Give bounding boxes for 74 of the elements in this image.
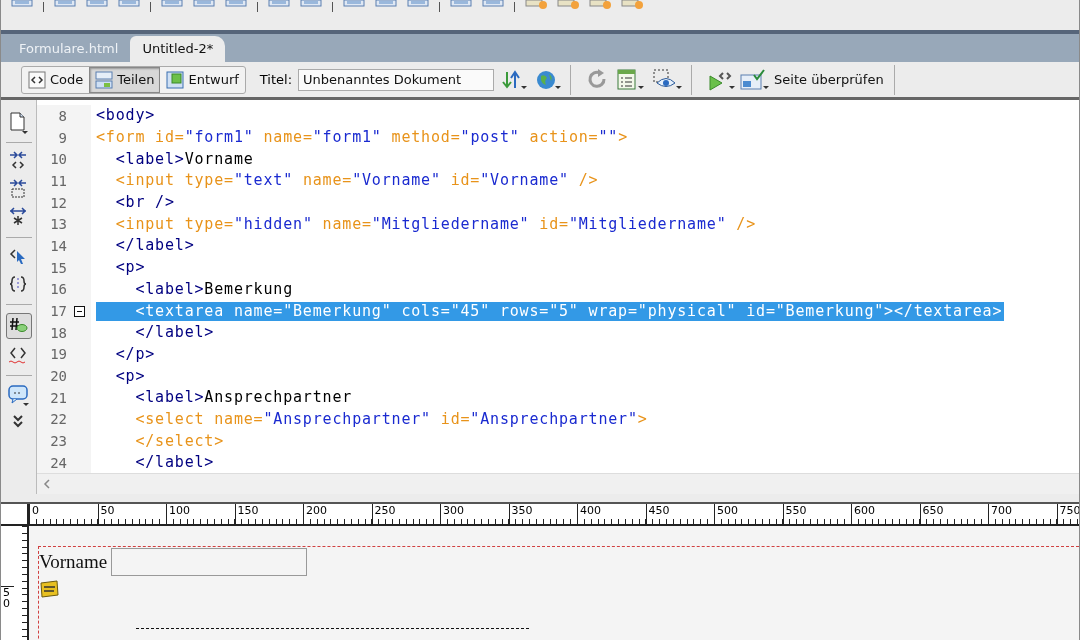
line-number: 10 bbox=[49, 151, 67, 168]
code-line: <p> bbox=[114, 258, 147, 278]
new-document-icon[interactable] bbox=[7, 112, 30, 134]
line-number: 12 bbox=[49, 194, 67, 211]
server-behavior-icon[interactable] bbox=[589, 0, 611, 10]
check-page-icon bbox=[740, 68, 771, 91]
comment-bubble-icon[interactable] bbox=[7, 384, 30, 406]
insert-object-icon[interactable] bbox=[11, 0, 33, 10]
title-label: Titel: bbox=[259, 72, 293, 87]
view-button[interactable]: Entwurf bbox=[160, 66, 245, 93]
code-line: </label> bbox=[134, 453, 216, 473]
insert-object-icon[interactable] bbox=[300, 0, 322, 10]
line-number: 13 bbox=[49, 216, 67, 233]
insert-object-icon[interactable] bbox=[86, 0, 108, 10]
insert-object-icon[interactable] bbox=[193, 0, 215, 10]
code-line: <input type="text" name="Vorname" id="Vorname" /> bbox=[114, 171, 600, 191]
line-number: 20 bbox=[49, 368, 67, 385]
code-line: <label>Ansprechpartner bbox=[134, 388, 354, 408]
field-label: Vorname bbox=[39, 551, 108, 573]
insert-object-icon[interactable] bbox=[268, 0, 290, 10]
line-number: 8 bbox=[57, 107, 67, 124]
view-button[interactable]: Code bbox=[22, 66, 90, 93]
code-line: <body> bbox=[96, 106, 157, 126]
visual-aids-eye-icon[interactable] bbox=[653, 68, 684, 91]
hidden-field-icon[interactable] bbox=[39, 580, 59, 598]
code-line: </p> bbox=[114, 344, 157, 364]
globe-icon[interactable] bbox=[536, 68, 563, 91]
code-line: <p> bbox=[114, 366, 147, 386]
line-number: 21 bbox=[49, 389, 67, 406]
insert-object-icon[interactable] bbox=[118, 0, 140, 10]
design-view-icon bbox=[166, 70, 185, 89]
check-page-button[interactable]: Seite überprüfen bbox=[738, 66, 886, 93]
line-number: 11 bbox=[49, 172, 67, 189]
list-icon[interactable] bbox=[617, 68, 646, 91]
line-number: 23 bbox=[49, 433, 67, 450]
code-line: <br /> bbox=[114, 193, 176, 213]
line-number: 17 bbox=[49, 303, 67, 320]
line-number: 18 bbox=[49, 324, 67, 341]
document-tab[interactable]: Untitled-2* bbox=[130, 36, 226, 62]
insert-object-icon[interactable] bbox=[407, 0, 429, 10]
insert-object-icon[interactable] bbox=[375, 0, 397, 10]
code-line: </label> bbox=[114, 236, 196, 256]
code-line: <input type="hidden" name="Mitgliedername" id="Mitgliedername" /> bbox=[114, 214, 758, 234]
server-behavior-icon[interactable] bbox=[621, 0, 643, 10]
view-button[interactable]: Teilen bbox=[89, 66, 161, 93]
split-view-icon bbox=[95, 70, 114, 89]
line-number: 19 bbox=[49, 346, 67, 363]
server-behavior-icon[interactable] bbox=[557, 0, 579, 10]
code-line: </label> bbox=[134, 323, 216, 343]
text-input-field[interactable] bbox=[111, 548, 308, 576]
insert-object-icon[interactable] bbox=[450, 0, 472, 10]
code-line: </select> bbox=[134, 431, 226, 451]
insert-object-icon[interactable] bbox=[225, 0, 247, 10]
line-number: 15 bbox=[49, 259, 67, 276]
title-field[interactable]: Unbenanntes Dokument bbox=[298, 68, 495, 91]
code-line: <form id="form1" name="form1" method="post" action=""> bbox=[96, 128, 629, 148]
code-line: <select name="Ansprechpartner" id="Ansprechpartner"> bbox=[134, 409, 649, 429]
line-number: 9 bbox=[57, 129, 67, 146]
line-number: 24 bbox=[49, 454, 67, 471]
code-line: <label>Bemerkung bbox=[134, 279, 295, 299]
line-number: 14 bbox=[49, 237, 67, 254]
line-number: 16 bbox=[49, 281, 67, 298]
insert-object-icon[interactable] bbox=[482, 0, 504, 10]
sort-arrows-icon[interactable] bbox=[502, 68, 529, 91]
insert-object-icon[interactable] bbox=[343, 0, 365, 10]
vertical-ruler: 50 bbox=[1, 526, 29, 640]
insert-object-icon[interactable] bbox=[161, 0, 183, 10]
insert-object-icon[interactable] bbox=[54, 0, 76, 10]
line-number: 22 bbox=[49, 411, 67, 428]
code-line: <label>Vorname bbox=[114, 149, 255, 169]
code-view-icon bbox=[28, 70, 46, 89]
server-behavior-icon[interactable] bbox=[525, 0, 547, 10]
horizontal-ruler: 0 50 100 150 200 250 300 350 400 450 500 550 600 650 700 750 bbox=[29, 504, 1079, 526]
collapse-box-icon[interactable] bbox=[73, 305, 85, 317]
